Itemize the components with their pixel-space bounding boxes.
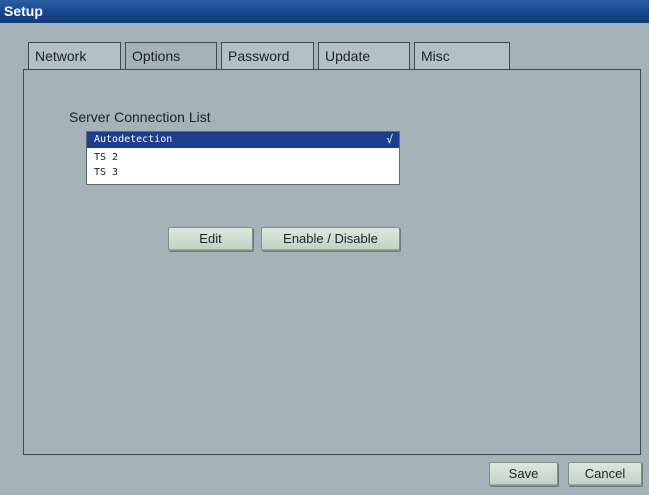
list-item-label: Autodetection bbox=[94, 134, 173, 145]
list-item-ts2[interactable]: TS 2 bbox=[87, 150, 399, 165]
server-connection-list-label: Server Connection List bbox=[69, 109, 211, 125]
tab-network[interactable]: Network bbox=[28, 42, 121, 70]
options-panel bbox=[23, 69, 641, 455]
check-icon: √ bbox=[386, 133, 393, 146]
cancel-button[interactable]: Cancel bbox=[568, 462, 642, 486]
tab-update[interactable]: Update bbox=[318, 42, 410, 70]
tab-password[interactable]: Password bbox=[221, 42, 314, 70]
tab-options[interactable]: Options bbox=[125, 42, 217, 72]
server-connection-list[interactable]: Autodetection √ TS 2 TS 3 bbox=[86, 131, 400, 185]
tab-misc[interactable]: Misc bbox=[414, 42, 510, 70]
list-item-ts3[interactable]: TS 3 bbox=[87, 165, 399, 180]
window-title: Setup bbox=[4, 3, 43, 19]
edit-button[interactable]: Edit bbox=[168, 227, 253, 251]
enable-disable-button[interactable]: Enable / Disable bbox=[261, 227, 400, 251]
window-titlebar: Setup bbox=[0, 0, 649, 23]
save-button[interactable]: Save bbox=[489, 462, 558, 486]
list-item-autodetection[interactable]: Autodetection √ bbox=[87, 132, 399, 148]
